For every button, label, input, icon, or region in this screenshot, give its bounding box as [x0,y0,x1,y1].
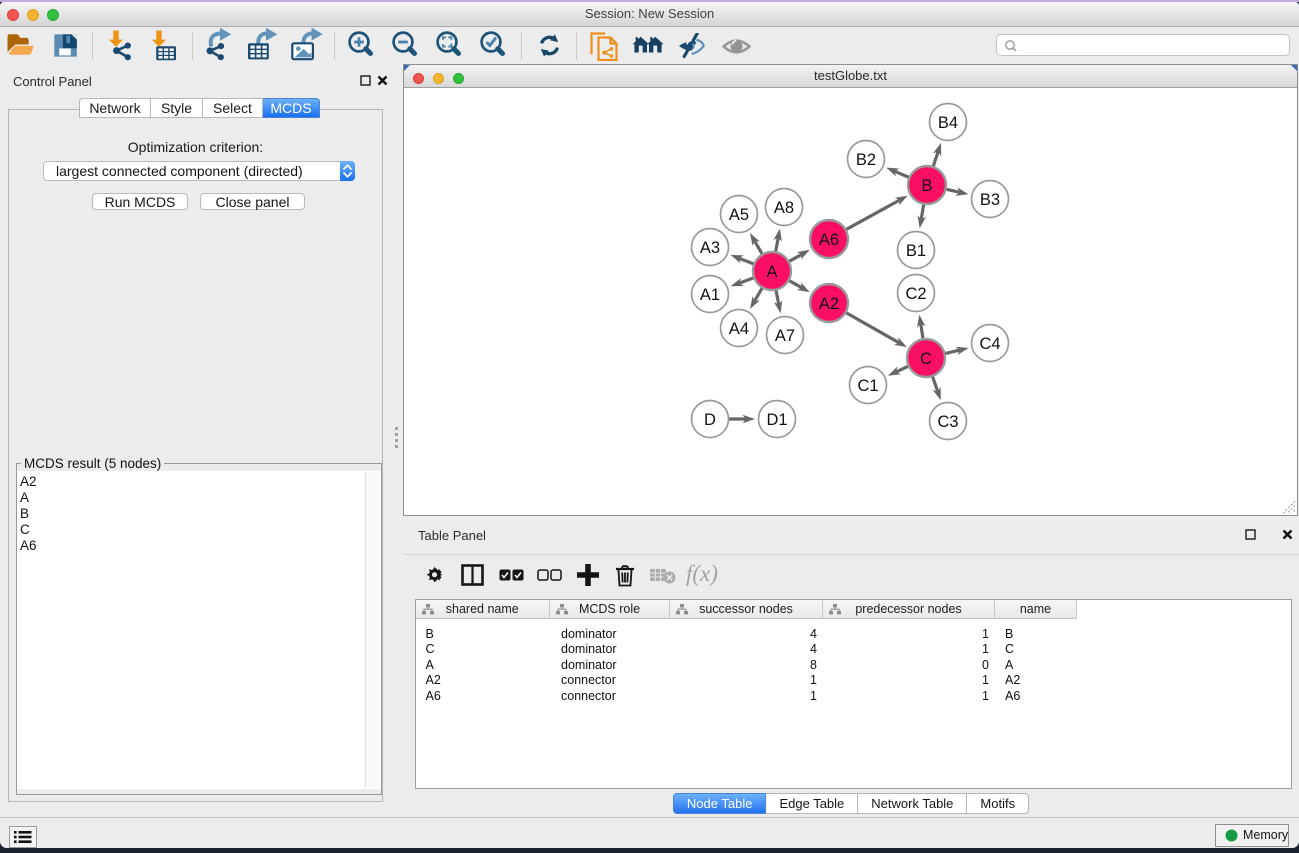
svg-text:A3: A3 [700,239,720,257]
svg-text:C2: C2 [905,285,926,303]
svg-text:C: C [920,350,932,368]
svg-text:A: A [766,263,777,281]
svg-text:B1: B1 [906,242,926,260]
svg-text:B: B [921,177,932,195]
svg-text:D: D [704,411,716,429]
svg-text:B2: B2 [856,151,876,169]
svg-text:A7: A7 [775,327,795,345]
svg-text:C3: C3 [937,413,958,431]
svg-text:A6: A6 [819,231,839,249]
svg-text:A1: A1 [700,286,720,304]
svg-text:A8: A8 [774,199,794,217]
svg-text:B3: B3 [980,191,1000,209]
svg-text:C1: C1 [857,377,878,395]
svg-text:A2: A2 [819,295,839,313]
svg-text:C4: C4 [979,335,1000,353]
svg-text:D1: D1 [766,411,787,429]
svg-text:B4: B4 [938,114,958,132]
svg-text:A4: A4 [729,320,749,338]
svg-text:A5: A5 [729,206,749,224]
